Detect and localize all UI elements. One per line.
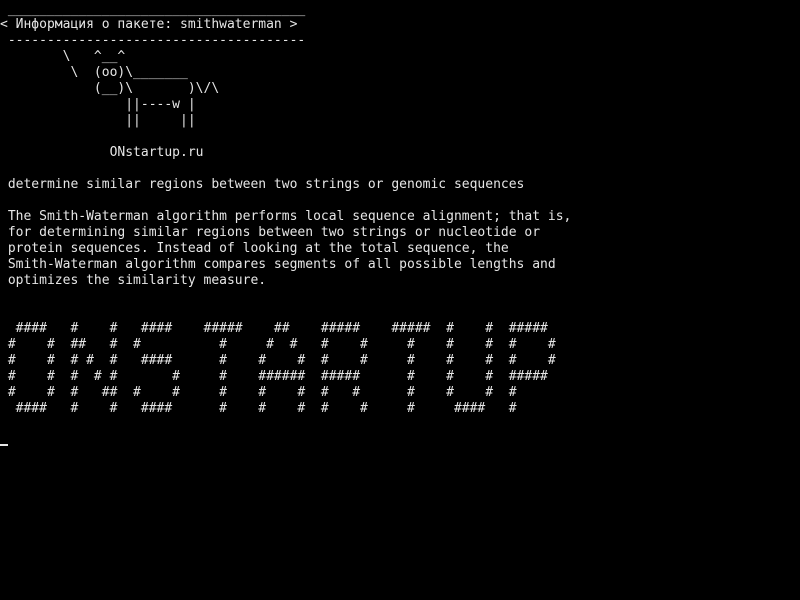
cowsay-bubble-top: ______________________________________ [0,2,306,17]
text-cursor [0,444,8,446]
site-credit: ONstartup.ru [0,145,204,160]
cow-art-line: ||----w | [0,97,196,112]
package-summary: determine similar regions between two st… [0,177,525,192]
terminal-window[interactable]: ______________________________________ <… [0,0,800,600]
cowsay-bubble-title: < Информация о пакете: smithwaterman > [0,17,298,32]
banner-art-line: # # # # # # # ###### ##### # # # ##### [0,369,548,384]
cow-art-line: \ (oo)\_______ [0,65,188,80]
package-description-line: Smith-Waterman algorithm compares segmen… [0,257,556,272]
cow-art-line: \ ^__^ [0,49,126,64]
banner-art-line: # # ## # # # # # # # # # # # # [0,337,556,352]
banner-art-line: # # # # # #### # # # # # # # # # # [0,353,556,368]
cow-art-line: || || [0,113,196,128]
cow-art-line: (__)\ )\/\ [0,81,220,96]
banner-art-line: #### # # #### ##### ## ##### ##### # # #… [0,321,548,336]
banner-art-line: #### # # #### # # # # # # #### # [0,401,517,416]
banner-art-line: # # # ## # # # # # # # # # # # [0,385,517,400]
package-description-line: optimizes the similarity measure. [0,273,267,288]
package-description-line: for determining similar regions between … [0,225,541,240]
package-description-line: The Smith-Waterman algorithm performs lo… [0,209,572,224]
package-description-line: protein sequences. Instead of looking at… [0,241,509,256]
cowsay-bubble-bottom: -------------------------------------- [0,33,306,48]
